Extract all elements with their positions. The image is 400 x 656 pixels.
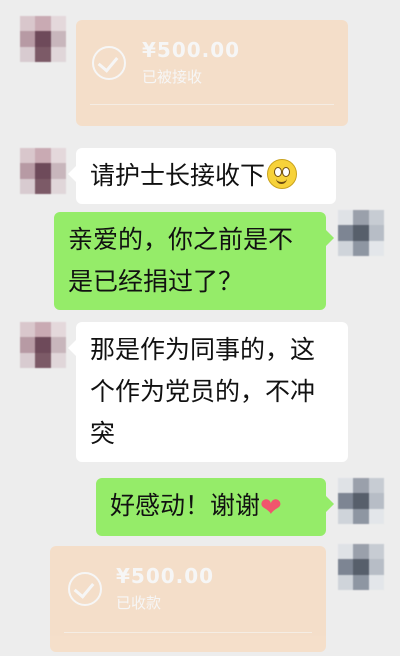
message-text-line: 突	[90, 419, 116, 448]
transfer-status: 已收款	[116, 594, 162, 612]
message-bubble-incoming[interactable]: 那是作为同事的，这 个作为党员的，不冲 突	[68, 322, 348, 462]
user-avatar[interactable]	[338, 210, 384, 256]
transfer-card-sent[interactable]: ¥500.00 已被接收	[76, 20, 348, 126]
message-text: 请护士长接收下	[90, 161, 266, 190]
message-bubble-outgoing[interactable]: 好感动！谢谢❤	[96, 478, 334, 536]
sender-avatar[interactable]	[20, 148, 66, 194]
transfer-divider	[64, 632, 312, 633]
message-text: 好感动！谢谢	[110, 491, 261, 520]
heart-icon: ❤	[260, 493, 282, 523]
sender-avatar[interactable]	[20, 16, 66, 62]
message-text-line: 是已经捐过了？	[68, 267, 244, 296]
smile-icon	[267, 159, 298, 189]
check-circle-icon	[68, 572, 102, 606]
transfer-status: 已被接收	[142, 68, 203, 86]
transfer-divider	[90, 104, 334, 105]
transfer-card-received[interactable]: ¥500.00 已收款	[50, 546, 326, 652]
user-avatar[interactable]	[338, 478, 384, 524]
sender-avatar[interactable]	[20, 322, 66, 368]
transfer-amount: ¥500.00	[142, 38, 241, 62]
user-avatar[interactable]	[338, 544, 384, 590]
message-text-line: 那是作为同事的，这	[90, 335, 316, 364]
message-bubble-incoming[interactable]: 请护士长接收下	[68, 148, 336, 204]
check-circle-icon	[92, 46, 126, 80]
message-text-line: 个作为党员的，不冲	[90, 377, 316, 406]
message-bubble-outgoing[interactable]: 亲爱的，你之前是不 是已经捐过了？	[54, 212, 334, 310]
transfer-amount: ¥500.00	[116, 564, 215, 588]
message-text-line: 亲爱的，你之前是不	[68, 225, 294, 254]
